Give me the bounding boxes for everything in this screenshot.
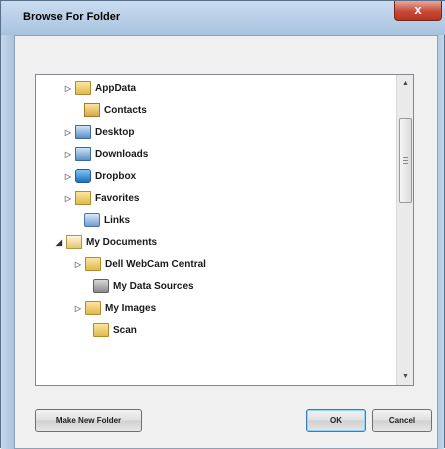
cancel-button[interactable]: Cancel [372,409,432,432]
window-frame-left [1,35,14,449]
downloads-folder-icon [75,147,91,161]
favorites-folder-icon [75,191,91,205]
tree-item-label: My Data Sources [113,281,194,292]
collapse-arrow-icon[interactable]: ◢ [55,231,63,254]
tree-scrollbar[interactable]: ▲ ▼ [396,75,413,385]
tree-item-contacts[interactable]: Contacts [36,99,396,122]
expand-arrow-icon[interactable]: ▷ [64,143,72,166]
tree-item-label: Dropbox [95,171,137,182]
tree-item-label: Dell WebCam Central [105,259,206,270]
folder-icon [75,81,91,95]
tree-item-favorites[interactable]: ▷ Favorites [36,187,396,210]
tree-item-scan[interactable]: Scan [36,319,396,342]
dropbox-icon [75,169,91,183]
tree-item-my-data-sources[interactable]: My Data Sources [36,275,396,298]
tree-item-label: AppData [95,83,137,94]
browse-for-folder-dialog: Browse For Folder x ▷ AppData Contacts ▷… [0,0,445,449]
tree-item-label: Desktop [95,127,135,138]
tree-item-label: Downloads [95,149,149,160]
title-bar[interactable]: Browse For Folder x [1,1,445,35]
ok-button[interactable]: OK [306,409,366,432]
data-sources-icon [93,279,109,293]
tree-item-label: Links [104,215,131,226]
scrollbar-thumb[interactable] [399,118,412,203]
expand-arrow-icon[interactable]: ▷ [74,253,82,276]
folder-icon [93,323,109,337]
tree-item-dropbox[interactable]: ▷ Dropbox [36,165,396,188]
tree-item-my-images[interactable]: ▷ My Images [36,297,396,320]
tree-item-links[interactable]: Links [36,209,396,232]
expand-arrow-icon[interactable]: ▷ [64,77,72,100]
desktop-folder-icon [75,125,91,139]
close-button[interactable]: x [394,1,442,21]
folder-tree[interactable]: ▷ AppData Contacts ▷ Desktop ▷ Downloads… [35,74,414,386]
tree-item-dell-webcam-central[interactable]: ▷ Dell WebCam Central [36,253,396,276]
expand-arrow-icon[interactable]: ▷ [64,165,72,188]
scroll-down-arrow-icon[interactable]: ▼ [398,368,413,385]
contacts-folder-icon [84,103,100,117]
tree-item-my-documents[interactable]: ◢ My Documents [36,231,396,254]
tree-item-desktop[interactable]: ▷ Desktop [36,121,396,144]
expand-arrow-icon[interactable]: ▷ [74,297,82,320]
tree-item-appdata[interactable]: ▷ AppData [36,77,396,100]
links-folder-icon [84,213,100,227]
expand-arrow-icon[interactable]: ▷ [64,187,72,210]
folder-icon [85,301,101,315]
scroll-up-arrow-icon[interactable]: ▲ [398,75,413,92]
tree-item-label: My Documents [86,237,158,248]
expand-arrow-icon[interactable]: ▷ [64,121,72,144]
tree-item-label: My Images [105,303,157,314]
make-new-folder-button[interactable]: Make New Folder [35,409,142,432]
tree-item-downloads[interactable]: ▷ Downloads [36,143,396,166]
grip-icon [403,157,408,164]
tree-item-label: Favorites [95,193,140,204]
tree-item-label: Contacts [104,105,147,116]
documents-folder-icon [66,235,82,249]
window-title: Browse For Folder [23,11,121,23]
folder-icon [85,257,101,271]
tree-item-label: Scan [113,325,137,336]
close-icon: x [414,2,422,17]
